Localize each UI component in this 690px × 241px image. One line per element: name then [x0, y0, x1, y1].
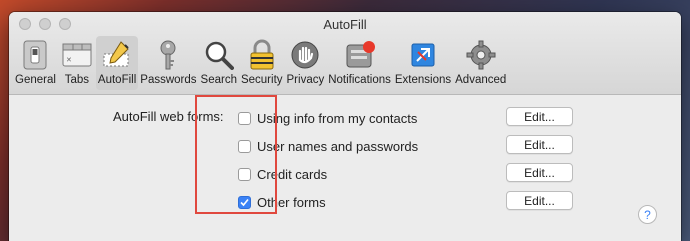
- tab-privacy[interactable]: Privacy: [285, 36, 327, 90]
- tab-security[interactable]: Security: [239, 36, 285, 90]
- tab-autofill[interactable]: AutoFill: [95, 36, 139, 90]
- tab-passwords[interactable]: Passwords: [138, 36, 198, 90]
- svg-text:✕: ✕: [66, 56, 72, 64]
- autofill-pane: AutoFill web forms: Using info from my c…: [9, 95, 681, 241]
- tab-notifications[interactable]: Notifications: [326, 36, 393, 90]
- search-icon: [202, 38, 236, 72]
- tab-label: Notifications: [328, 74, 391, 86]
- option-label: Using info from my contacts: [257, 111, 418, 126]
- tab-label: Tabs: [64, 74, 90, 86]
- tab-label: Advanced: [455, 74, 507, 86]
- preferences-window: AutoFill General ✕ Tabs AutoFill Passwor…: [9, 12, 681, 241]
- preferences-toolbar: General ✕ Tabs AutoFill Passwords Search…: [13, 36, 508, 90]
- tabs-icon: ✕: [60, 38, 94, 72]
- tab-label: Passwords: [140, 74, 197, 86]
- tab-general[interactable]: General: [13, 36, 58, 90]
- tab-label: Extensions: [394, 74, 452, 86]
- lock-icon: [245, 38, 279, 72]
- highlight-box: [195, 95, 277, 214]
- tab-label: General: [15, 74, 56, 86]
- tab-search[interactable]: Search: [199, 36, 239, 90]
- option-label: User names and passwords: [257, 139, 419, 154]
- edit-passwords-button[interactable]: Edit...: [506, 135, 573, 154]
- tab-label: Search: [200, 74, 237, 86]
- gear-icon: [464, 38, 498, 72]
- tab-tabs[interactable]: ✕ Tabs: [58, 36, 96, 90]
- notifications-icon: [343, 38, 377, 72]
- tab-advanced[interactable]: Advanced: [453, 36, 508, 90]
- help-button[interactable]: ?: [638, 205, 657, 224]
- tab-label: Privacy: [286, 74, 325, 86]
- tab-extensions[interactable]: Extensions: [393, 36, 453, 90]
- autofill-icon: [100, 38, 134, 72]
- tab-label: Security: [240, 74, 283, 86]
- key-icon: [151, 38, 185, 72]
- tab-label: AutoFill: [97, 74, 137, 86]
- window-title: AutoFill: [323, 17, 367, 32]
- edit-credit-cards-button[interactable]: Edit...: [506, 163, 573, 182]
- hand-icon: [288, 38, 322, 72]
- general-icon: [18, 38, 52, 72]
- edit-other-forms-button[interactable]: Edit...: [506, 191, 573, 210]
- titlebar: AutoFill General ✕ Tabs AutoFill Passwor…: [9, 12, 681, 95]
- puzzle-icon: [406, 38, 440, 72]
- edit-contacts-button[interactable]: Edit...: [506, 107, 573, 126]
